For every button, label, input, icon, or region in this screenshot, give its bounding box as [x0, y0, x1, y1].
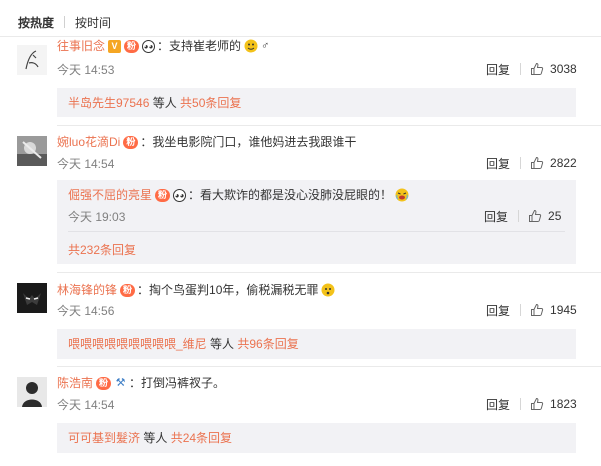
comment-separator: [57, 366, 601, 367]
fan-badge-icon: 粉: [120, 283, 136, 297]
colon: ：: [157, 39, 170, 53]
replies-summary: 可可基到髮济 等人 共24条回复: [68, 430, 232, 446]
like-icon[interactable]: [530, 156, 544, 170]
fan-badge-icon: 粉: [155, 188, 171, 202]
comment-actions: 回复 2822: [486, 155, 577, 171]
avatar[interactable]: [17, 136, 47, 166]
sort-bar: 按热度 按时间: [18, 14, 111, 30]
comment-separator: [57, 272, 601, 273]
comment-time: 今天 14:54: [57, 398, 115, 412]
action-divider: [520, 157, 522, 169]
comment-line: 陈浩南 粉 ⚒ ： 打倒冯裤衩子。: [57, 375, 225, 391]
nested-reply-box: 倔强不屈的亮星 粉 ◕◕ ： 看大欺诈的都是没心没肺没屁眼的！ 今天 19:03…: [57, 180, 576, 264]
avatar[interactable]: [17, 377, 47, 407]
nested-reply-text: 看大欺诈的都是没心没肺没屁眼的！: [200, 188, 393, 202]
like-count: 1945: [550, 303, 577, 317]
reply-user-link[interactable]: 可可基到髮济: [68, 431, 140, 445]
reply-button[interactable]: 回复: [486, 155, 510, 172]
avatar[interactable]: [17, 283, 47, 313]
sort-divider: [64, 16, 66, 28]
fan-badge-icon: 粉: [124, 39, 140, 53]
replies-count-link[interactable]: 共24条回复: [171, 431, 232, 445]
comment-line: 林海锋的锋 粉 ： 掏个鸟蛋判10年，偷税漏税无罪: [57, 282, 336, 298]
comment-actions: 回复 1823: [486, 396, 577, 412]
replies-summary: 半岛先生97546 等人 共50条回复: [68, 95, 241, 111]
like-count: 3038: [550, 62, 577, 76]
replies-summary-box: 喂喂喂喂喂喂喂喂喂_维尼 等人 共96条回复: [57, 329, 576, 359]
fan-badge-icon: 粉: [123, 135, 139, 149]
action-divider: [520, 304, 522, 316]
comment-line: 往事旧念 V 粉 ◕◕ ： 支持崔老师的 ♂: [57, 38, 269, 54]
comment-time: 今天 14:56: [57, 304, 115, 318]
replies-count-link[interactable]: 共50条回复: [180, 96, 241, 110]
panda-icon: ◕◕: [142, 39, 156, 53]
reply-button[interactable]: 回复: [486, 396, 510, 413]
comment-username[interactable]: 林海锋的锋: [57, 282, 117, 298]
reply-button[interactable]: 回复: [486, 61, 510, 78]
fan-badge-icon: 粉: [96, 376, 112, 390]
emoji-icon: [395, 188, 409, 202]
reply-button[interactable]: 回复: [486, 302, 510, 319]
emoji-icon: [244, 39, 258, 53]
colon: ：: [137, 283, 150, 297]
nested-reply-username[interactable]: 倔强不屈的亮星: [68, 187, 152, 203]
replies-count-link[interactable]: 共232条回复: [68, 243, 136, 257]
comment-text: 支持崔老师的: [169, 39, 242, 53]
comment-time: 今天 14:53: [57, 63, 115, 77]
reply-user-link[interactable]: 半岛先生97546: [68, 96, 149, 110]
nested-reply-actions: 回复 25: [484, 208, 561, 224]
replies-others-text: 等人: [149, 96, 181, 110]
comment-username[interactable]: 陈浩南: [57, 375, 93, 391]
like-icon[interactable]: [528, 209, 542, 223]
comment-text: 我坐电影院门口，谁他妈进去我跟谁干: [152, 135, 357, 149]
sort-bar-underline: [0, 36, 601, 37]
like-icon[interactable]: [530, 62, 544, 76]
colon: ：: [188, 188, 201, 202]
sort-by-time-tab[interactable]: 按时间: [75, 14, 111, 31]
nested-divider: [68, 231, 565, 232]
colon: ：: [129, 376, 142, 390]
reply-button[interactable]: 回复: [484, 208, 508, 225]
panda-icon: ◕◕: [173, 188, 187, 202]
colon: ：: [140, 135, 153, 149]
comment-text: 打倒冯裤衩子。: [141, 376, 226, 390]
action-divider: [520, 398, 522, 410]
comment-actions: 回复 1945: [486, 302, 577, 318]
replies-summary: 喂喂喂喂喂喂喂喂喂_维尼 等人 共96条回复: [68, 336, 299, 352]
comment-actions: 回复 3038: [486, 61, 577, 77]
action-divider: [518, 210, 520, 222]
comment-line: 婉luo花滴Di 粉 ： 我坐电影院门口，谁他妈进去我跟谁干: [57, 134, 356, 150]
replies-others-text: 等人: [140, 431, 171, 445]
like-icon[interactable]: [530, 397, 544, 411]
sort-by-hot-tab[interactable]: 按热度: [18, 14, 54, 31]
nested-total-line: 共232条回复: [68, 242, 136, 258]
reply-user-link[interactable]: 喂喂喂喂喂喂喂喂喂_维尼: [68, 337, 207, 351]
like-count: 2822: [550, 156, 577, 170]
nested-reply-time: 今天 19:03: [68, 210, 126, 224]
vip-badge-icon: V: [108, 39, 122, 53]
comment-separator: [57, 125, 601, 126]
replies-others-text: 等人: [206, 337, 238, 351]
emoji-icon: [321, 283, 335, 297]
replies-summary-box: 半岛先生97546 等人 共50条回复: [57, 88, 576, 117]
replies-summary-box: 可可基到髮济 等人 共24条回复: [57, 423, 576, 453]
replies-count-link[interactable]: 共96条回复: [237, 337, 298, 351]
comment-text: 掏个鸟蛋判10年，偷税漏税无罪: [149, 283, 319, 297]
avatar[interactable]: [17, 45, 47, 75]
action-divider: [520, 63, 522, 75]
comment-username[interactable]: 往事旧念: [57, 38, 105, 54]
male-symbol-icon: ♂: [261, 40, 270, 52]
like-count: 25: [548, 209, 562, 223]
nested-reply-line: 倔强不屈的亮星 粉 ◕◕ ： 看大欺诈的都是没心没肺没屁眼的！: [68, 187, 410, 203]
like-icon[interactable]: [530, 303, 544, 317]
comment-username[interactable]: 婉luo花滴Di: [57, 134, 120, 150]
comment-time: 今天 14:54: [57, 157, 115, 171]
hammer-icon: ⚒: [114, 376, 128, 390]
like-count: 1823: [550, 397, 577, 411]
